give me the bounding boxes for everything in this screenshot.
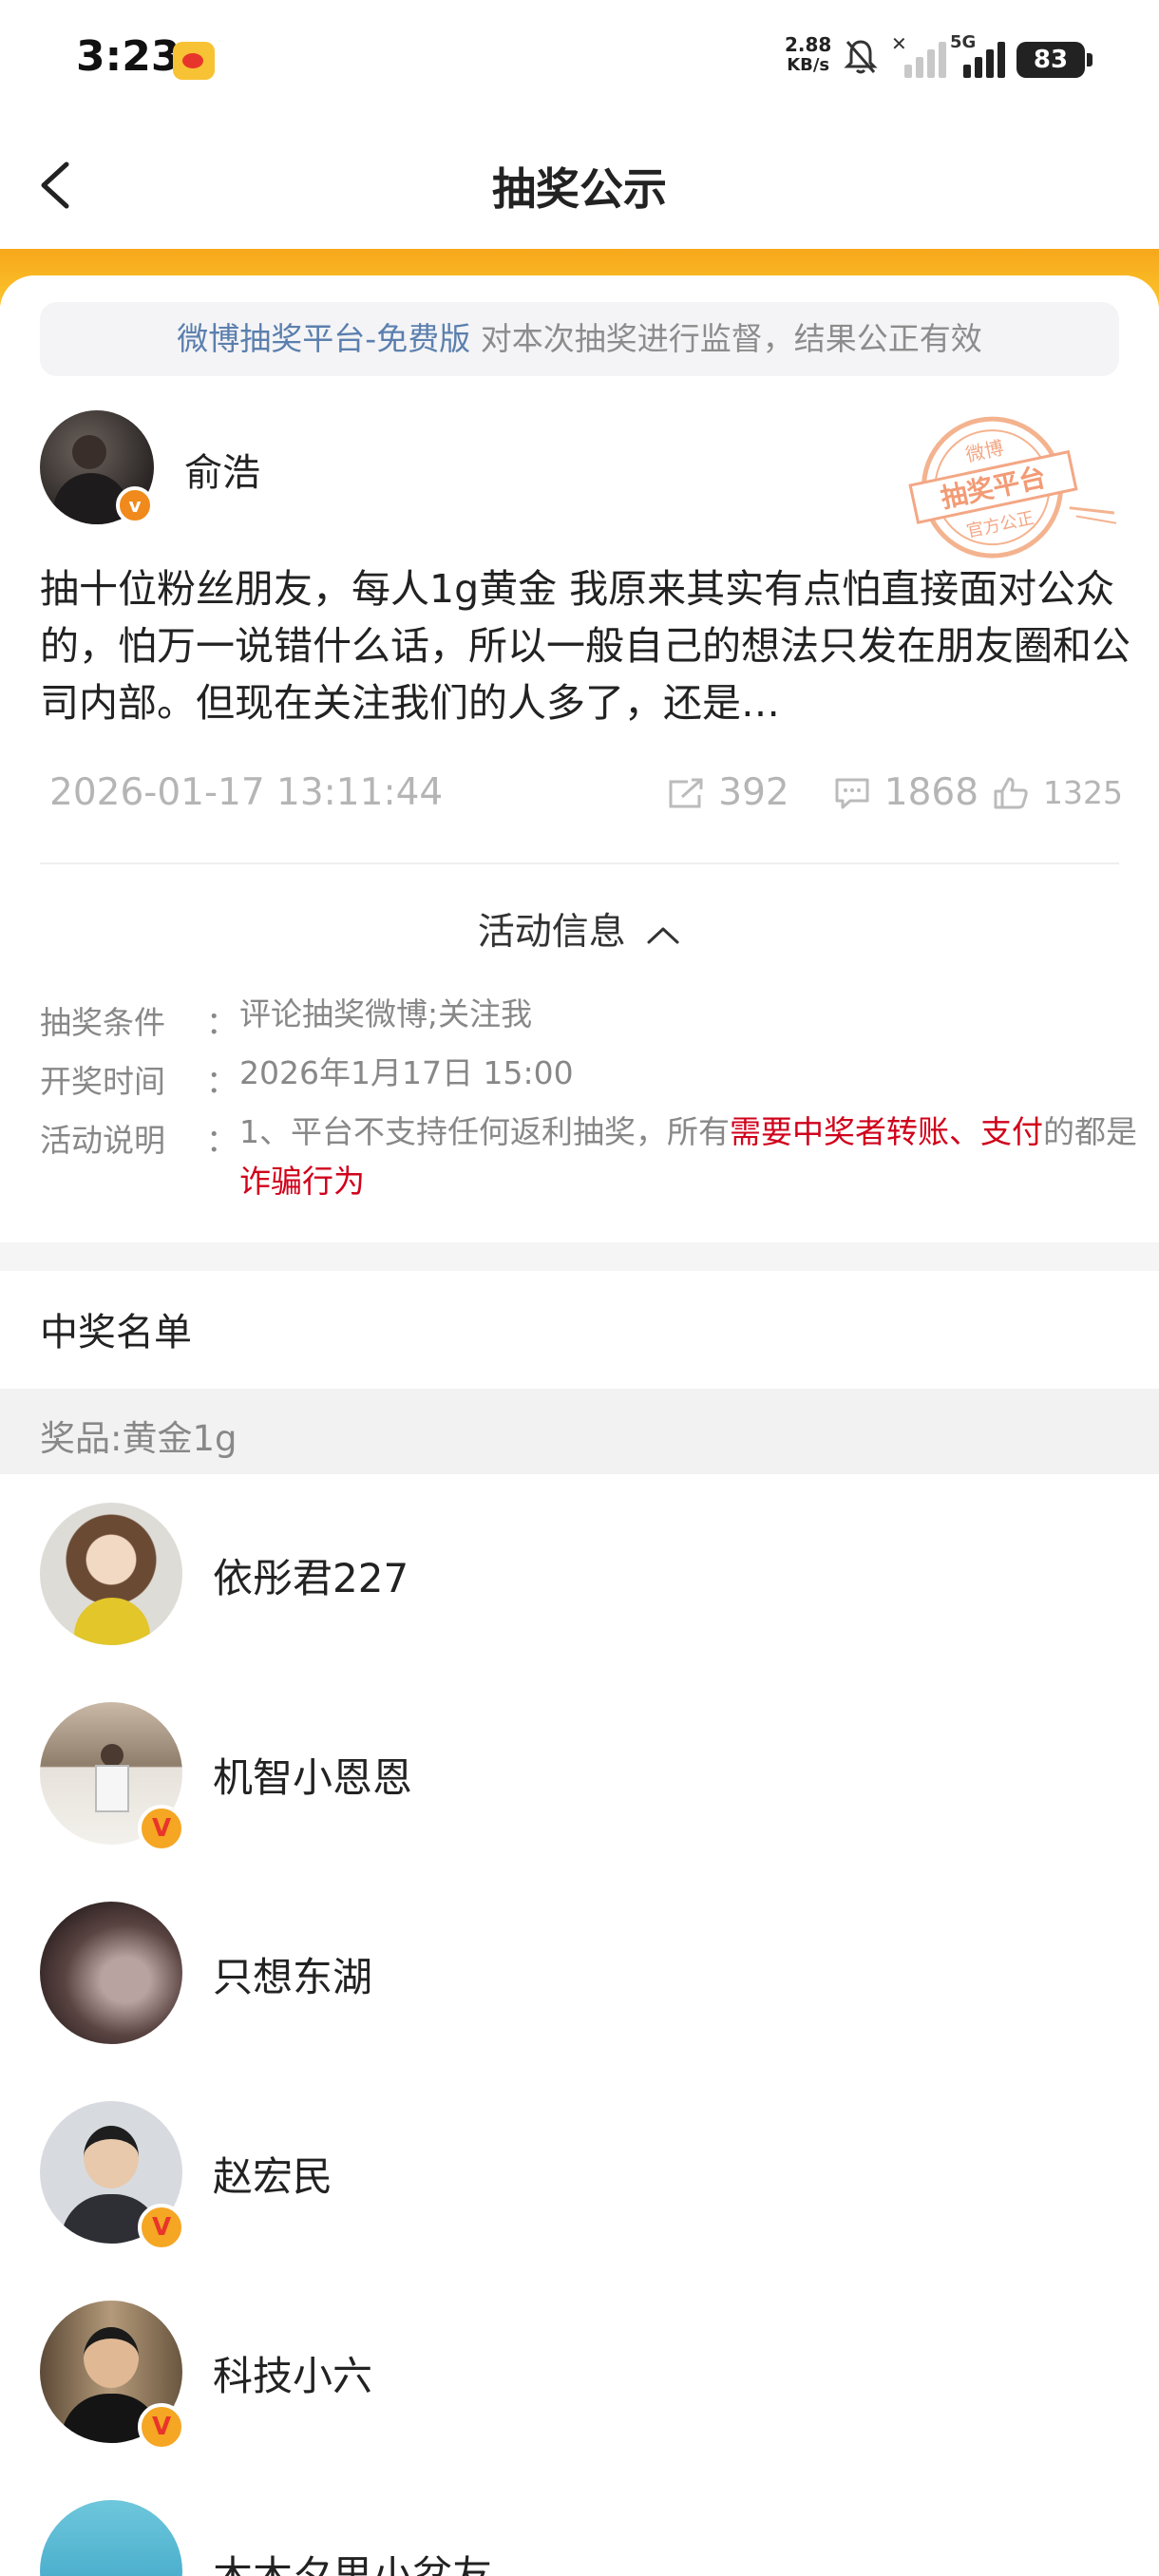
draw-time-label: 开奖时间 (40, 1063, 165, 1100)
fraud-text: 诈骗行为 (239, 1163, 365, 1200)
winner-row[interactable]: 只想东湖 (0, 1902, 1159, 2101)
notice-text: 对本次抽奖进行监督，结果公正有效 (470, 320, 982, 357)
verified-badge-icon: V (138, 1805, 185, 1852)
svg-text:微博: 微博 (963, 436, 1005, 466)
post-date: 2026-01-17 13:11:44 (49, 771, 444, 814)
signal-5g-icon: 5G (950, 32, 1005, 78)
network-speed: 2.88 KB/s (785, 33, 832, 75)
lottery-card: 微博抽奖平台-免费版 对本次抽奖进行监督，结果公正有效 v 俞浩 微博 抽奖平台… (0, 275, 1159, 1244)
verified-badge-icon: V (138, 2403, 185, 2451)
warning-text: 需要中奖者转账、支付 (730, 1113, 1043, 1150)
winner-row[interactable]: 木木夕里小盆友 (0, 2500, 1159, 2576)
condition-value: 评论抽奖微博;关注我 (239, 995, 533, 1032)
condition-label: 抽奖条件 (40, 1004, 165, 1041)
activity-info-toggle[interactable]: 活动信息 (0, 902, 1159, 956)
draw-time-value: 2026年1月17日 15:00 (239, 1054, 574, 1091)
status-time: 3:23 (76, 32, 180, 81)
winner-name[interactable]: 只想东湖 (213, 1945, 372, 2003)
status-bar: 3:23 2.88 KB/s ✕ 5G 83 (0, 0, 1159, 119)
post-meta: 2026-01-17 13:11:44 392 1868 1325 (49, 771, 1123, 819)
section-gap (0, 1242, 1159, 1271)
divider (40, 862, 1119, 864)
like-icon[interactable] (992, 776, 1030, 810)
repost-count: 392 (718, 771, 789, 814)
post-stats: 392 1868 1325 (667, 771, 1123, 814)
platform-link[interactable]: 微博抽奖平台-免费版 (177, 320, 470, 357)
description-label: 活动说明 (40, 1122, 165, 1159)
winner-row[interactable]: V 机智小恩恩 (0, 1702, 1159, 1902)
svg-text:官方公正: 官方公正 (965, 508, 1036, 542)
post-text[interactable]: 抽十位粉丝朋友，每人1g黄金 我原来其实有点怕直接面对公众的，怕万一说错什么话，… (40, 560, 1132, 731)
like-count: 1325 (1043, 774, 1123, 811)
winner-name[interactable]: 木木夕里小盆友 (213, 2544, 492, 2576)
poster-name[interactable]: 俞浩 (184, 442, 260, 497)
winner-name[interactable]: 赵宏民 (213, 2145, 332, 2203)
winner-avatar[interactable] (40, 1902, 182, 2044)
prize-bar: 奖品:黄金1g (0, 1389, 1159, 1474)
signal-sim1-icon: ✕ (891, 32, 946, 78)
lottery-platform-stamp: 微博 抽奖平台 官方公正 (908, 416, 1116, 559)
winner-row[interactable]: 依彤君227 (0, 1503, 1159, 1702)
mute-bell-icon (844, 40, 878, 74)
description-value: 1、平台不支持任何返利抽奖，所有需要中奖者转账、支付的都是诈骗行为 (239, 1113, 1137, 1200)
prize-label: 奖品:黄金1g (40, 1418, 238, 1459)
page-header: 抽奖公示 (0, 119, 1159, 252)
winner-name[interactable]: 科技小六 (213, 2344, 372, 2402)
comment-icon[interactable] (833, 776, 871, 810)
winners-title: 中奖名单 (40, 1311, 192, 1354)
winner-avatar[interactable] (40, 2500, 182, 2576)
platform-notice: 微博抽奖平台-免费版 对本次抽奖进行监督，结果公正有效 (40, 302, 1119, 376)
page-title: 抽奖公示 (492, 163, 667, 215)
repost-icon[interactable] (667, 776, 705, 810)
activity-info-label: 活动信息 (477, 911, 626, 954)
battery-indicator: 83 (1016, 42, 1092, 78)
comment-count: 1868 (884, 771, 979, 814)
winner-name[interactable]: 机智小恩恩 (213, 1746, 412, 1804)
winner-avatar[interactable] (40, 1503, 182, 1645)
verified-badge-icon: v (116, 486, 154, 524)
chevron-up-icon (647, 927, 679, 943)
verified-badge-icon: V (138, 2204, 185, 2251)
winner-name[interactable]: 依彤君227 (213, 1546, 408, 1604)
weibo-notification-icon (173, 42, 215, 80)
winner-row[interactable]: V 赵宏民 (0, 2101, 1159, 2301)
winner-row[interactable]: V 科技小六 (0, 2301, 1159, 2500)
